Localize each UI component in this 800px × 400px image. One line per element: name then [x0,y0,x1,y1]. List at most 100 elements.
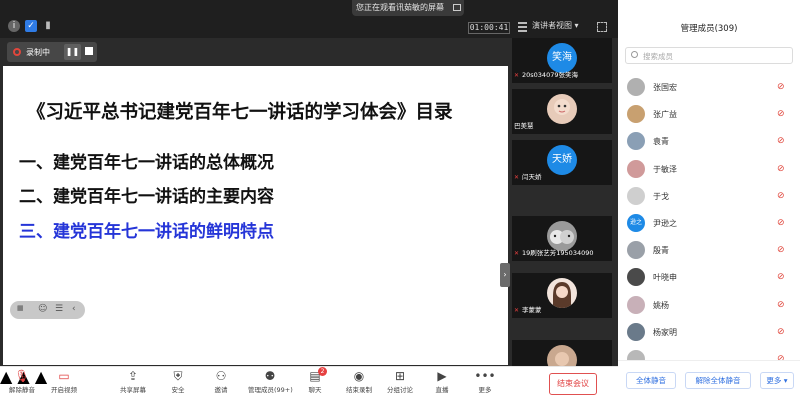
member-row[interactable]: 杨家明 ⊘ [618,320,800,347]
stop-recording-button[interactable] [85,47,93,55]
stats-icon[interactable] [518,22,527,32]
mic-off-icon: 🎙 [14,369,30,383]
mic-off-icon[interactable]: ⊘ [777,191,785,201]
manage-members-button[interactable]: ⚉ 管理成员(99+) [248,369,293,394]
mic-off-icon[interactable]: ⊘ [777,136,785,146]
mic-off-icon[interactable]: ⊘ [777,327,785,337]
member-list: 张国宏 ⊘ 张广益 ⊘ 袁青 ⊘ 于敏泽 ⊘ 于戈 ⊘ 逊之 尹逊之 ⊘ 殷青 ⊘ 叶晓申 ⊘ 姚杨 ⊘ 杨家明 ⊘..… [618,75,800,374]
participant-name-text: 李蒙蒙 [522,306,542,314]
panel-footer: 全体静音 解除全体静音 更多 ▾ [618,360,800,400]
avatar [627,132,645,151]
member-row[interactable]: 殷青 ⊘ [618,238,800,265]
mic-off-icon[interactable]: ⊘ [777,164,785,174]
participant-avatar: 天娇 [547,145,577,175]
emoji-icon[interactable]: ☺ [38,304,47,314]
mic-off-icon[interactable]: ⊘ [777,272,785,282]
member-row[interactable]: 叶晓申 ⊘ [618,265,800,292]
avatar: 逊之 [627,213,645,232]
live-button[interactable]: ▶ 直播 [422,369,462,394]
member-row[interactable]: 袁青 ⊘ [618,129,800,156]
members-icon: ⚉ [264,369,276,383]
member-name: 杨家明 [653,327,677,337]
annotation-toolbar[interactable]: ▦ ☺ ☰ ‹ [10,301,85,319]
avatar-text: 笑海 [552,52,572,63]
end-meeting-button[interactable]: 结束会议 [549,373,597,395]
minimize-icon[interactable] [453,4,461,11]
mic-off-icon[interactable]: ⊘ [777,300,785,310]
shield-icon: ⛨ [173,369,183,383]
video-tile[interactable]: 天娇 ✕ 闫天娇 [512,140,612,185]
end-recording-button[interactable]: ◉ 结束录制 [339,369,379,394]
member-name: 叶晓申 [653,273,677,283]
member-row[interactable]: 逊之 尹逊之 ⊘ [618,211,800,238]
member-search-input[interactable]: 搜索成员 [625,47,793,64]
member-row[interactable]: 张国宏 ⊘ [618,75,800,102]
more-button[interactable]: ••• 更多 [465,369,505,394]
mute-all-button[interactable]: 全体静音 [626,372,676,389]
member-row[interactable]: 于敏泽 ⊘ [618,157,800,184]
annotate-icon[interactable]: ▦ [17,304,24,312]
share-screen-label: 共享屏幕 [120,386,146,394]
security-button[interactable]: ⛨ 安全 [158,369,198,394]
collapse-strip-handle[interactable]: › [500,263,510,287]
member-name: 尹逊之 [653,218,677,228]
participant-avatar: 笑海 [547,43,577,73]
mic-off-icon[interactable]: ⊘ [777,218,785,228]
chat-button[interactable]: ▤ 聊天 [295,369,335,394]
participant-name-text: 巴美慧 [514,122,534,130]
camera-off-icon: ▭ [58,369,70,383]
participant-name: ✕ 闫天娇 [514,173,542,182]
bottom-toolbar: 🎙 解除静音 ▲ ▭ 开启视频 ▲ ⇪ 共享屏幕 ▲ ⛨ 安全 ⚇ 邀请 ⚉ 管… [0,366,618,400]
add-user-icon: ⚇ [215,369,227,383]
video-tile[interactable]: ✕ 李蒙蒙 [512,273,612,318]
chevron-left-icon[interactable]: ‹ [72,304,76,314]
shield-icon[interactable]: ✓ [25,20,37,32]
member-row[interactable]: 姚杨 ⊘ [618,293,800,320]
chat-icon: ▤ [309,369,321,383]
share-screen-icon: ⇪ [127,369,139,383]
share-screen-button[interactable]: ⇪ 共享屏幕 [113,369,153,394]
invite-button[interactable]: ⚇ 邀请 [201,369,241,394]
list-icon[interactable]: ☰ [55,304,63,314]
participant-name: ✕ 19刷张艺芳195034090 [514,249,594,258]
info-icon[interactable]: i [8,20,20,32]
video-strip: 笑海 ✕ 20s034079张笑海 巴美慧 天娇 ✕ 闫天娇 ✕ 19刷张艺芳1950… [512,38,612,375]
search-placeholder: 搜索成员 [643,52,673,61]
slide-title: 《习近平总书记建党百年七一讲话的学习体会》目录 [27,102,453,123]
share-banner: 您正在观看讯茹敏的屏幕 [352,0,464,16]
toc-item-2: 二、建党百年七一讲话的主要内容 [19,187,274,207]
participant-avatar [547,94,577,124]
participant-name: ✕ 20s034079张笑海 [514,71,578,80]
member-panel: 管理成员(309) 搜索成员 张国宏 ⊘ 张广益 ⊘ 袁青 ⊘ 于敏泽 ⊘ 于戈 ⊘ 逊之 尹逊之 ⊘ 殷… [618,0,800,400]
avatar [627,295,645,314]
chat-badge: 2 [318,367,327,376]
video-tile[interactable]: 巴美慧 [512,89,612,134]
more-options-button[interactable]: 更多 ▾ [760,372,794,389]
mic-off-icon[interactable]: ⊘ [777,245,785,255]
unmute-all-button[interactable]: 解除全体静音 [685,372,751,389]
member-row[interactable]: 张广益 ⊘ [618,102,800,129]
member-name: 张国宏 [653,83,677,92]
start-video-button[interactable]: ▭ 开启视频 [44,369,84,394]
member-name: 于敏泽 [653,164,677,174]
more-label: 更多 [478,386,492,394]
avatar-text: 天娇 [552,154,572,165]
unmute-button[interactable]: 🎙 解除静音 [2,369,42,394]
mic-off-icon: ✕ [514,307,520,314]
mic-off-icon[interactable]: ⊘ [777,109,785,119]
mic-off-icon: ✕ [514,250,520,257]
signal-icon[interactable]: ▮ [42,20,54,32]
status-icons: i ✓ ▮ [8,20,54,32]
breakout-label: 分组讨论 [387,386,413,394]
fullscreen-icon[interactable] [597,22,607,32]
participant-name: ✕ 李蒙蒙 [514,306,542,315]
video-tile[interactable]: ✕ 19刷张艺芳195034090 [512,216,612,261]
mic-off-icon[interactable]: ⊘ [777,82,785,92]
pause-recording-button[interactable]: ❚❚ [64,44,81,60]
video-tile[interactable]: 笑海 ✕ 20s034079张笑海 [512,38,612,83]
search-icon [631,51,638,58]
member-row[interactable]: 于戈 ⊘ [618,184,800,211]
breakout-button[interactable]: ⊞ 分组讨论 [380,369,420,394]
avatar [627,268,645,287]
view-toggle-button[interactable]: 演讲者视图 ▾ [532,20,579,31]
